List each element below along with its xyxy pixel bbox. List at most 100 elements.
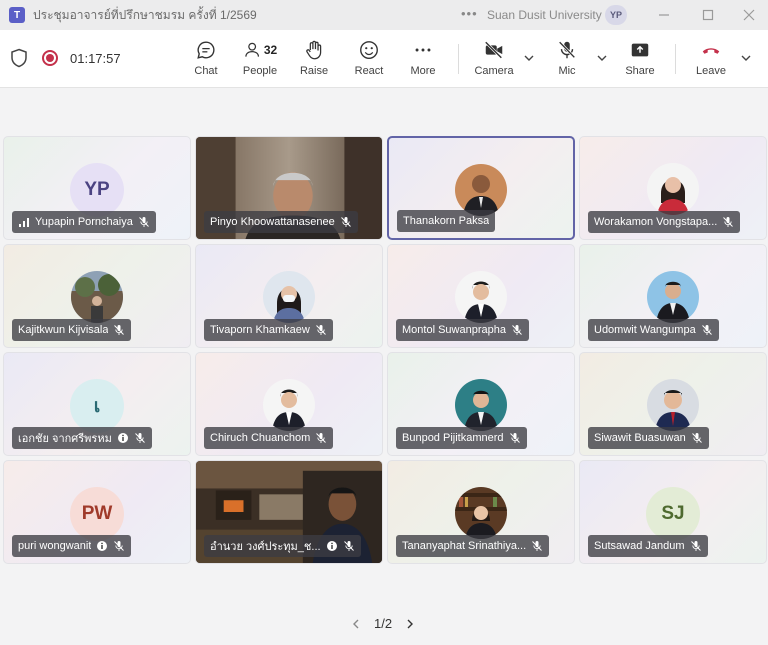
participant-tile[interactable]: อำนวย วงศ์ประทุม_ช... <box>195 460 383 564</box>
people-count: 32 <box>263 43 278 57</box>
maximize-icon[interactable] <box>697 4 719 26</box>
camera-options-chevron-down-icon[interactable] <box>523 52 535 64</box>
participant-name: Chiruch Chuanchom <box>210 432 311 444</box>
muted-mic-icon <box>509 433 520 443</box>
react-button[interactable]: React <box>346 38 392 82</box>
mic-button[interactable]: Mic <box>544 38 590 82</box>
share-button[interactable]: Share <box>617 38 663 82</box>
info-icon <box>117 433 128 443</box>
next-page-chevron-right-icon[interactable] <box>404 618 416 630</box>
muted-mic-icon <box>114 541 125 551</box>
participant-tile[interactable]: Bunpod Pijitkamnerd <box>387 352 575 456</box>
participant-grid: YP Yupapin Pornchaiya Pinyo Khoowattanasen… <box>3 136 767 564</box>
people-button[interactable]: 32 People <box>237 38 283 82</box>
muted-mic-icon <box>340 217 351 227</box>
react-icon <box>360 41 378 59</box>
participant-tile[interactable]: Udomwit Wangumpa <box>579 244 767 348</box>
close-icon[interactable] <box>738 4 760 26</box>
camera-off-icon <box>484 41 503 59</box>
avatar <box>455 487 507 539</box>
raise-hand-button[interactable]: Raise <box>291 38 337 82</box>
avatar <box>263 379 315 431</box>
minimize-icon[interactable] <box>653 4 675 26</box>
participant-tile[interactable]: Chiruch Chuanchom <box>195 352 383 456</box>
teams-app-icon: T <box>9 7 25 23</box>
shield-icon[interactable] <box>10 48 28 68</box>
participant-name-tag: Kajitkwun Kijvisala <box>12 319 132 341</box>
more-options-icon[interactable]: ••• <box>461 6 478 21</box>
participant-name: Montol Suwanprapha <box>402 324 506 336</box>
participant-tile[interactable]: Montol Suwanprapha <box>387 244 575 348</box>
avatar <box>647 379 699 431</box>
participant-tile[interactable]: Kajitkwun Kijvisala <box>3 244 191 348</box>
muted-mic-icon <box>316 325 326 335</box>
leave-options-chevron-down-icon[interactable] <box>740 52 752 64</box>
avatar <box>263 271 315 323</box>
participant-tile[interactable]: Thanakorn Paksa <box>387 136 575 240</box>
participant-name: Yupapin Pornchaiya <box>35 216 133 228</box>
participant-name: Tananyaphat Srinathiya... <box>402 540 527 552</box>
pagination: 1/2 <box>350 616 416 631</box>
profile-photo <box>647 163 699 215</box>
participant-tile[interactable]: Pinyo Khoowattanasenee <box>195 136 383 240</box>
toolbar-divider <box>458 44 459 74</box>
participant-tile[interactable]: Siwawit Buasuwan <box>579 352 767 456</box>
hang-up-icon <box>702 48 720 54</box>
avatar <box>647 163 699 215</box>
profile-photo <box>263 271 315 323</box>
raise-label: Raise <box>299 65 329 77</box>
leave-button[interactable]: Leave <box>688 38 734 82</box>
participant-name: อำนวย วงศ์ประทุม_ช... <box>210 541 321 553</box>
participant-name: Siwawit Buasuwan <box>594 432 686 444</box>
camera-label: Camera <box>474 65 514 77</box>
avatar <box>647 271 699 323</box>
participant-tile[interactable]: PW puri wongwanit <box>3 460 191 564</box>
info-icon <box>326 541 337 551</box>
participant-tile[interactable]: YP Yupapin Pornchaiya <box>3 136 191 240</box>
participant-tile[interactable]: เเอกชัย จากศรีพรหม <box>3 352 191 456</box>
user-avatar[interactable]: YP <box>605 5 627 25</box>
avatar: YP <box>70 163 124 217</box>
avatar: SJ <box>646 487 700 541</box>
title-bar: T ประชุมอาจารย์ที่ปรึกษาชมรม ครั้งที่ 1/… <box>0 0 768 30</box>
muted-mic-icon <box>134 433 145 443</box>
participant-name: เอกชัย จากศรีพรหม <box>18 433 112 445</box>
profile-photo <box>455 487 507 539</box>
muted-mic-icon <box>690 541 701 551</box>
react-label: React <box>354 65 384 77</box>
meeting-toolbar: 01:17:57 Chat 32 People Raise React More… <box>0 30 768 88</box>
profile-photo <box>647 271 699 323</box>
previous-page-chevron-left-icon[interactable] <box>350 618 362 630</box>
mic-options-chevron-down-icon[interactable] <box>596 52 608 64</box>
profile-photo <box>71 271 123 323</box>
participant-name: Tivaporn Khamkaew <box>210 324 310 336</box>
mic-label: Mic <box>558 65 576 77</box>
leave-label: Leave <box>696 65 726 77</box>
participant-name: Udomwit Wangumpa <box>594 324 696 336</box>
more-button[interactable]: More <box>400 38 446 82</box>
participant-tile[interactable]: SJ Sutsawad Jandum <box>579 460 767 564</box>
camera-button[interactable]: Camera <box>471 38 517 82</box>
muted-mic-icon <box>139 217 149 227</box>
toolbar-divider <box>675 44 676 74</box>
profile-photo <box>455 164 507 216</box>
participant-name: Thanakorn Paksa <box>403 215 490 227</box>
participant-name-tag: Tananyaphat Srinathiya... <box>396 535 550 557</box>
chat-icon <box>197 41 215 59</box>
share-screen-icon <box>631 43 649 57</box>
muted-mic-icon <box>343 541 354 551</box>
more-icon <box>415 48 431 52</box>
profile-photo <box>455 271 507 323</box>
mic-off-icon <box>558 41 576 59</box>
muted-mic-icon <box>532 541 542 551</box>
participant-tile[interactable]: Tivaporn Khamkaew <box>195 244 383 348</box>
people-label: People <box>242 65 278 77</box>
raise-hand-icon <box>306 40 322 60</box>
participant-name-tag: Pinyo Khoowattanasenee <box>204 211 358 233</box>
chat-button[interactable]: Chat <box>183 38 229 82</box>
participant-tile[interactable]: Worakamon Vongstapa... <box>579 136 767 240</box>
avatar <box>71 271 123 323</box>
participant-name: Worakamon Vongstapa... <box>594 216 718 228</box>
participant-tile[interactable]: Tananyaphat Srinathiya... <box>387 460 575 564</box>
participant-name-tag: Thanakorn Paksa <box>397 210 496 232</box>
